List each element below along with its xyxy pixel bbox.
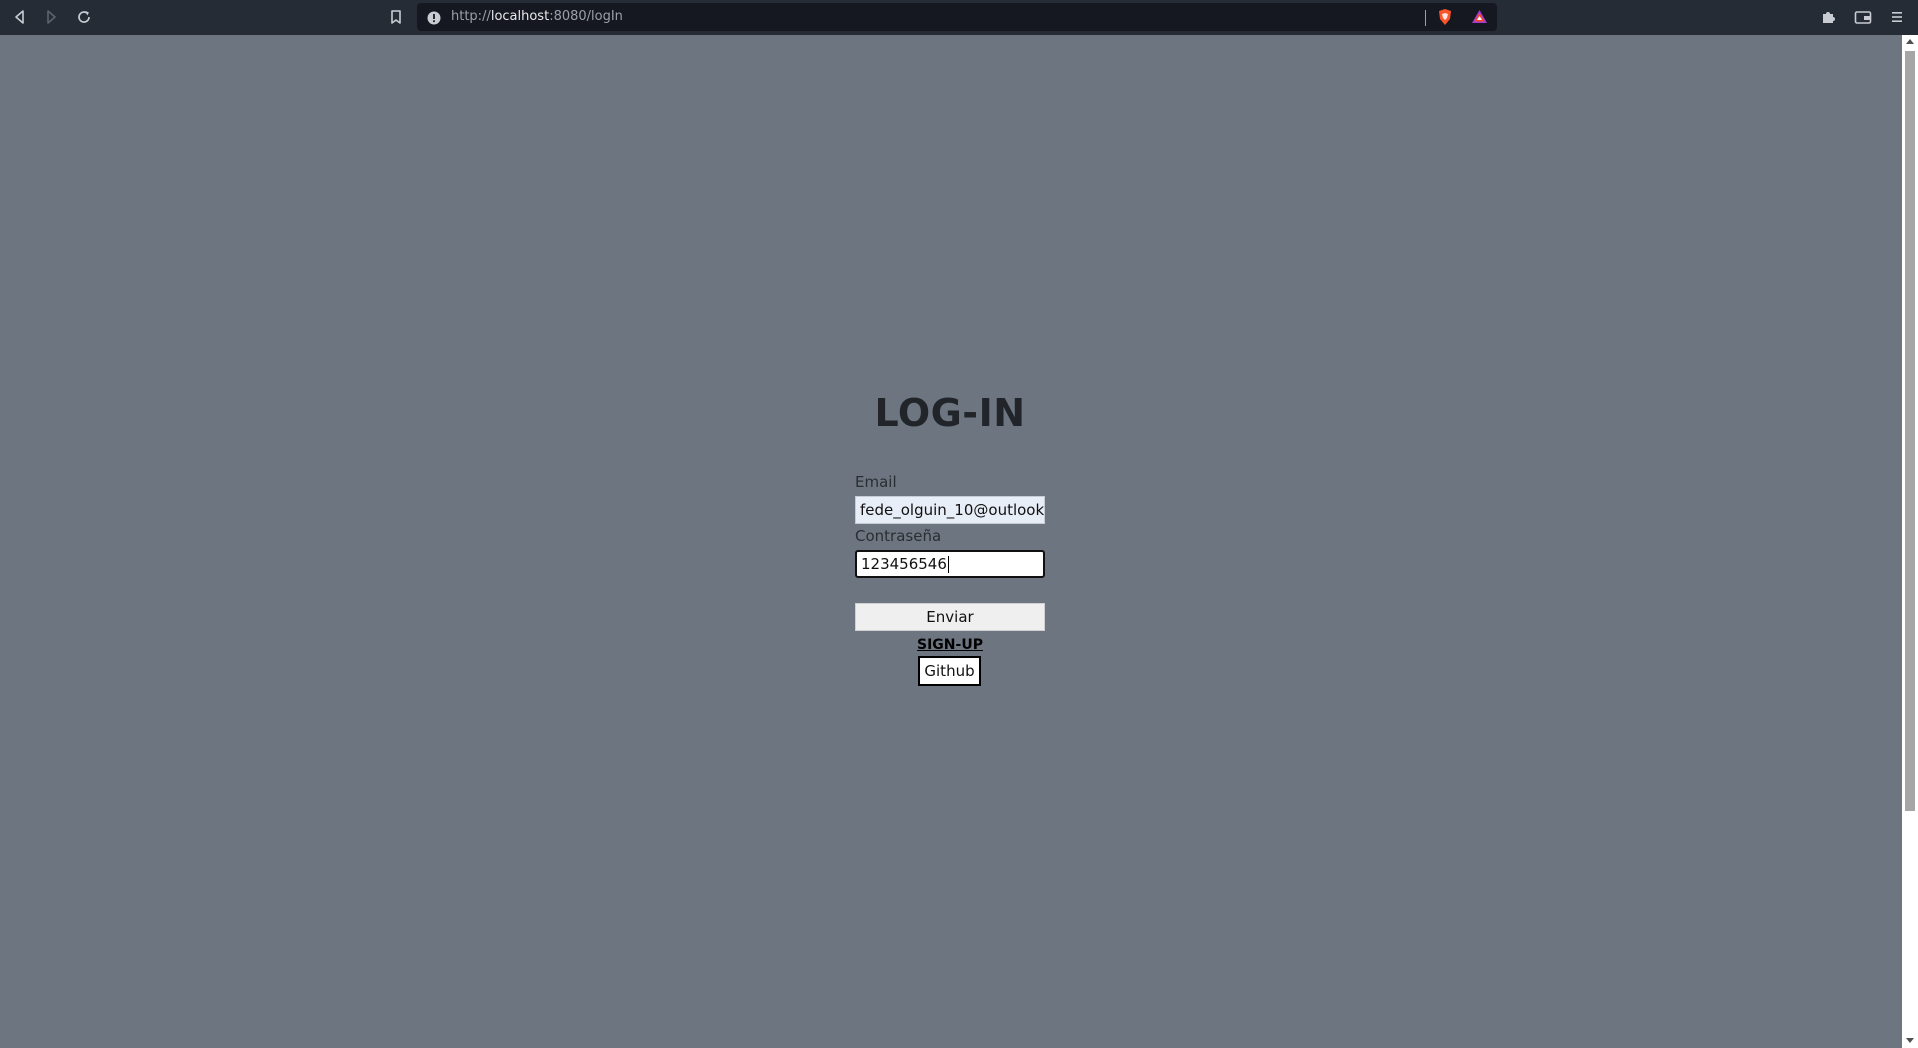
page-title: LOG-IN: [874, 391, 1026, 435]
email-value: fede_olguin_10@outlook.com: [860, 501, 1045, 519]
hamburger-menu-icon[interactable]: [1886, 6, 1908, 28]
password-field[interactable]: 123456546: [855, 550, 1045, 578]
page-viewport: LOG-IN Email fede_olguin_10@outlook.com …: [0, 35, 1902, 1048]
scroll-up-icon[interactable]: [1906, 39, 1914, 44]
url-host: localhost: [490, 9, 550, 24]
rewards-triangle-icon[interactable]: [1471, 9, 1488, 28]
back-arrow-icon[interactable]: [9, 6, 31, 28]
url-text[interactable]: http://localhost:8080/logIn: [451, 3, 623, 31]
email-field[interactable]: fede_olguin_10@outlook.com: [855, 496, 1045, 524]
password-label: Contraseña: [855, 527, 942, 545]
url-path: :8080/logIn: [549, 9, 623, 24]
bookmark-icon[interactable]: [385, 6, 407, 28]
vertical-scrollbar[interactable]: [1902, 35, 1918, 1048]
text-caret: [947, 556, 949, 573]
scroll-down-icon[interactable]: [1906, 1038, 1914, 1043]
address-bar[interactable]: http://localhost:8080/logIn: [417, 3, 1497, 31]
signup-link[interactable]: SIGN-UP: [855, 637, 1045, 653]
puzzle-piece-icon[interactable]: [1818, 6, 1840, 28]
address-bar-divider: [1425, 10, 1426, 26]
reload-icon[interactable]: [73, 6, 95, 28]
brave-shield-icon[interactable]: [1437, 8, 1453, 30]
github-button[interactable]: Github: [918, 656, 981, 686]
browser-toolbar: http://localhost:8080/logIn: [0, 0, 1918, 35]
info-icon[interactable]: [427, 10, 441, 29]
wallet-icon[interactable]: [1852, 6, 1874, 28]
scrollbar-thumb[interactable]: [1905, 51, 1915, 811]
url-scheme: http://: [451, 9, 491, 24]
password-value: 123456546: [861, 555, 947, 573]
email-label: Email: [855, 473, 897, 491]
forward-arrow-icon[interactable]: [40, 6, 62, 28]
submit-button[interactable]: Enviar: [855, 603, 1045, 631]
